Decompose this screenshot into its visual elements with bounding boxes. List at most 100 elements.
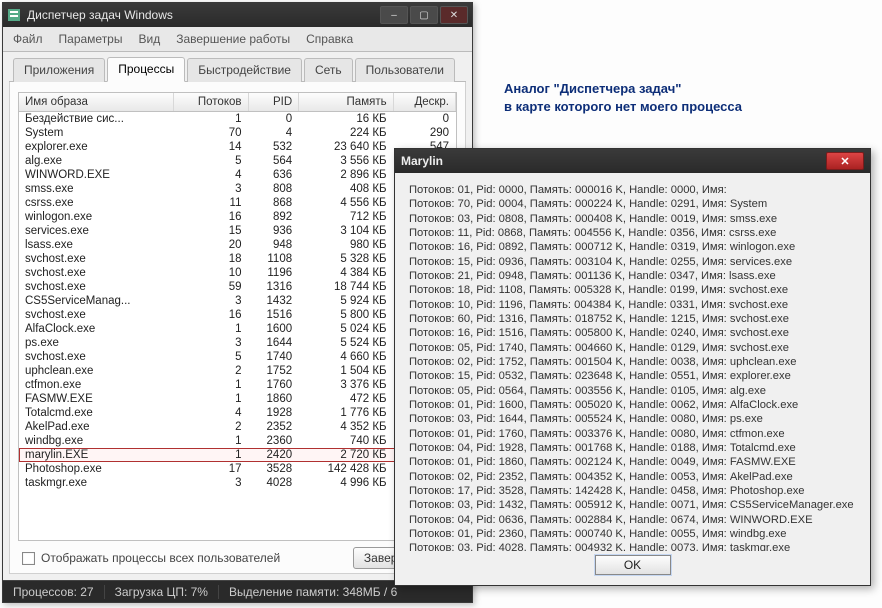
tab-users[interactable]: Пользователи (355, 58, 455, 82)
table-row[interactable]: csrss.exe118684 556 КБ353 (19, 196, 456, 210)
table-row[interactable]: alg.exe55643 556 КБ105 (19, 154, 456, 168)
cell-mem: 5 524 КБ (299, 336, 393, 350)
col-handles[interactable]: Дескр. (393, 93, 455, 112)
table-row[interactable]: marylin.EXE124202 720 КБ40 (19, 448, 456, 462)
cell-pid: 1860 (248, 392, 299, 406)
col-image[interactable]: Имя образа (19, 93, 174, 112)
cell-mem: 3 104 КБ (299, 224, 393, 238)
maximize-button[interactable]: ▢ (410, 6, 438, 24)
table-row[interactable]: winlogon.exe16892712 КБ315 (19, 210, 456, 224)
col-memory[interactable]: Память (299, 93, 393, 112)
show-all-users-checkbox[interactable]: Отображать процессы всех пользователей (22, 551, 280, 565)
cell-threads: 5 (174, 350, 248, 364)
table-row[interactable]: explorer.exe1453223 640 КБ547 (19, 140, 456, 154)
dialog-line: Потоков: 03, Pid: 0808, Память: 000408 K… (409, 212, 856, 226)
tab-network[interactable]: Сеть (304, 58, 353, 82)
cell-pid: 1600 (248, 322, 299, 336)
table-row[interactable]: ps.exe316445 524 КБ80 (19, 336, 456, 350)
cell-pid: 4028 (248, 476, 299, 490)
tabstrip: Приложения Процессы Быстродействие Сеть … (9, 58, 466, 82)
cell-pid: 1196 (248, 266, 299, 280)
menu-params[interactable]: Параметры (53, 30, 129, 48)
dialog-line: Потоков: 60, Pid: 1316, Память: 018752 K… (409, 312, 856, 326)
close-button[interactable]: ✕ (440, 6, 468, 24)
dialog-footer: OK (395, 551, 870, 585)
cell-mem: 142 428 КБ (299, 462, 393, 476)
cell-mem: 3 376 КБ (299, 378, 393, 392)
checkbox-box[interactable] (22, 552, 35, 565)
cell-threads: 1 (174, 378, 248, 392)
table-row[interactable]: AlfaClock.exe116005 024 КБ62 (19, 322, 456, 336)
menu-help[interactable]: Справка (300, 30, 359, 48)
table-row[interactable]: svchost.exe1011964 384 КБ327 (19, 266, 456, 280)
col-pid[interactable]: PID (248, 93, 299, 112)
cell-image: uphclean.exe (19, 364, 174, 378)
cell-threads: 16 (174, 210, 248, 224)
dialog-titlebar[interactable]: Marylin ✕ (395, 149, 870, 173)
table-row[interactable]: ctfmon.exe117603 376 КБ80 (19, 378, 456, 392)
dialog-body: Потоков: 01, Pid: 0000, Память: 000016 K… (395, 173, 870, 551)
cell-mem: 5 328 КБ (299, 252, 393, 266)
cell-pid: 1516 (248, 308, 299, 322)
dialog-line: Потоков: 01, Pid: 0000, Память: 000016 K… (409, 183, 856, 197)
cell-threads: 1 (174, 322, 248, 336)
table-row[interactable]: WINWORD.EXE46362 896 КБ674 (19, 168, 456, 182)
caption-line2: в карте которого нет моего процесса (504, 99, 742, 114)
col-threads[interactable]: Потоков (174, 93, 248, 112)
tab-performance[interactable]: Быстродействие (187, 58, 302, 82)
tab-applications[interactable]: Приложения (13, 58, 105, 82)
cell-threads: 2 (174, 420, 248, 434)
cell-image: marylin.EXE (19, 448, 174, 462)
dialog-line: Потоков: 11, Pid: 0868, Память: 004556 K… (409, 226, 856, 240)
dialog-title-text: Marylin (401, 154, 443, 168)
process-list[interactable]: Имя образа Потоков PID Память Дескр. Без… (18, 92, 457, 541)
caption-quoted: "Диспетчера задач" (554, 81, 682, 96)
cell-mem: 1 504 КБ (299, 364, 393, 378)
table-row[interactable]: Totalcmd.exe419281 776 КБ188 (19, 406, 456, 420)
dialog-line: Потоков: 15, Pid: 0532, Память: 023648 K… (409, 369, 856, 383)
tab-processes[interactable]: Процессы (107, 57, 185, 82)
table-row[interactable]: windbg.exe12360740 КБ55 (19, 434, 456, 448)
table-row[interactable]: smss.exe3808408 КБ19 (19, 182, 456, 196)
table-row[interactable]: svchost.exe517404 660 КБ129 (19, 350, 456, 364)
minimize-button[interactable]: – (380, 6, 408, 24)
table-row[interactable]: Бездействие сис...1016 КБ0 (19, 112, 456, 127)
cell-mem: 18 744 КБ (299, 280, 393, 294)
table-row[interactable]: lsass.exe20948980 КБ346 (19, 238, 456, 252)
table-row[interactable]: svchost.exe1615165 800 КБ240 (19, 308, 456, 322)
menu-file[interactable]: Файл (7, 30, 49, 48)
status-processes: Процессов: 27 (3, 585, 105, 599)
cell-image: svchost.exe (19, 308, 174, 322)
table-row[interactable]: System704224 КБ290 (19, 126, 456, 140)
ok-button[interactable]: OK (595, 555, 671, 575)
table-row[interactable]: CS5ServiceManag...314325 924 КБ71 (19, 294, 456, 308)
table-row[interactable]: taskmgr.exe340284 996 КБ75 (19, 476, 456, 490)
cell-mem: 5 924 КБ (299, 294, 393, 308)
cell-image: FASMW.EXE (19, 392, 174, 406)
cell-pid: 0 (248, 112, 299, 127)
cell-mem: 4 996 КБ (299, 476, 393, 490)
cell-image: AkelPad.exe (19, 420, 174, 434)
table-row[interactable]: services.exe159363 104 КБ254 (19, 224, 456, 238)
dialog-line: Потоков: 04, Pid: 0636, Память: 002884 K… (409, 513, 856, 527)
cell-threads: 1 (174, 392, 248, 406)
table-row[interactable]: uphclean.exe217521 504 КБ38 (19, 364, 456, 378)
menu-shutdown[interactable]: Завершение работы (170, 30, 296, 48)
cell-pid: 1752 (248, 364, 299, 378)
cell-image: windbg.exe (19, 434, 174, 448)
cell-pid: 1740 (248, 350, 299, 364)
cell-threads: 3 (174, 476, 248, 490)
dialog-close-button[interactable]: ✕ (826, 152, 864, 170)
cell-pid: 636 (248, 168, 299, 182)
dialog-line: Потоков: 18, Pid: 1108, Память: 005328 K… (409, 283, 856, 297)
dialog-line: Потоков: 17, Pid: 3528, Память: 142428 K… (409, 484, 856, 498)
cell-pid: 936 (248, 224, 299, 238)
table-row[interactable]: svchost.exe59131618 744 КБ1 203 (19, 280, 456, 294)
table-row[interactable]: FASMW.EXE11860472 КБ49 (19, 392, 456, 406)
checkbox-label: Отображать процессы всех пользователей (41, 551, 280, 565)
table-row[interactable]: AkelPad.exe223524 352 КБ53 (19, 420, 456, 434)
menu-view[interactable]: Вид (132, 30, 166, 48)
table-row[interactable]: Photoshop.exe173528142 428 КБ455 (19, 462, 456, 476)
table-row[interactable]: svchost.exe1811085 328 КБ199 (19, 252, 456, 266)
titlebar[interactable]: Диспетчер задач Windows – ▢ ✕ (3, 3, 472, 27)
